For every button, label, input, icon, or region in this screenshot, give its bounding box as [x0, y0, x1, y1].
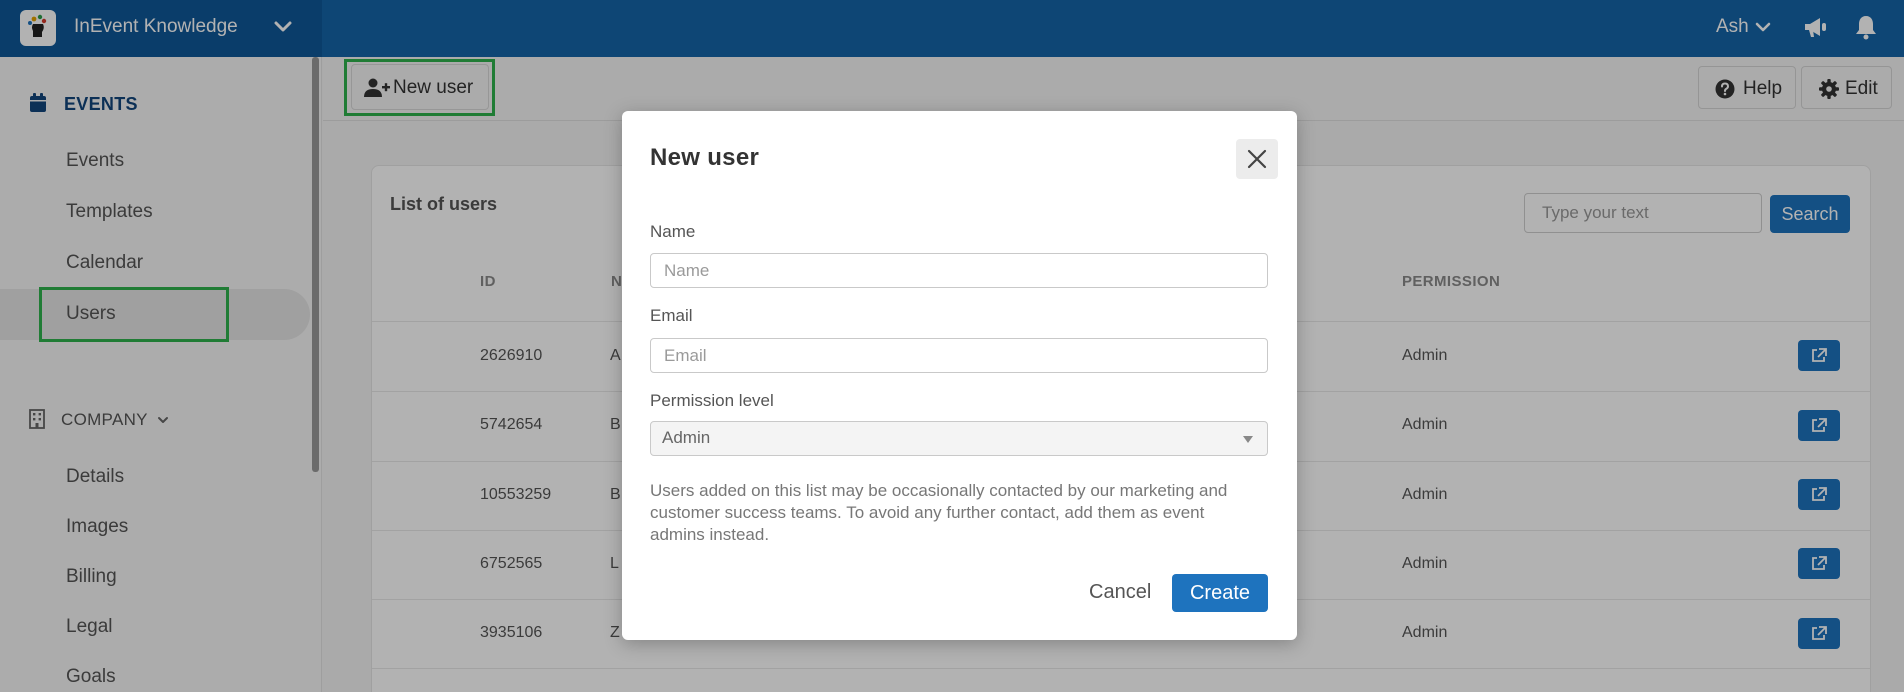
close-icon: [1247, 149, 1267, 169]
create-button[interactable]: Create: [1172, 574, 1268, 612]
name-label: Name: [650, 222, 696, 241]
permission-level-value: Admin: [662, 428, 711, 447]
email-field[interactable]: [650, 338, 1268, 373]
new-user-modal: [622, 111, 1297, 640]
name-field[interactable]: [650, 253, 1268, 288]
email-label: Email: [650, 306, 693, 325]
permission-level-label: Permission level: [650, 391, 774, 410]
modal-note: Users added on this list may be occasion…: [650, 481, 1228, 544]
modal-title: New user: [650, 144, 760, 171]
cancel-button[interactable]: Cancel: [1089, 581, 1151, 604]
modal-close-button[interactable]: [1236, 139, 1278, 179]
permission-level-select[interactable]: Admin: [650, 421, 1268, 456]
caret-down-icon: [1243, 436, 1253, 443]
